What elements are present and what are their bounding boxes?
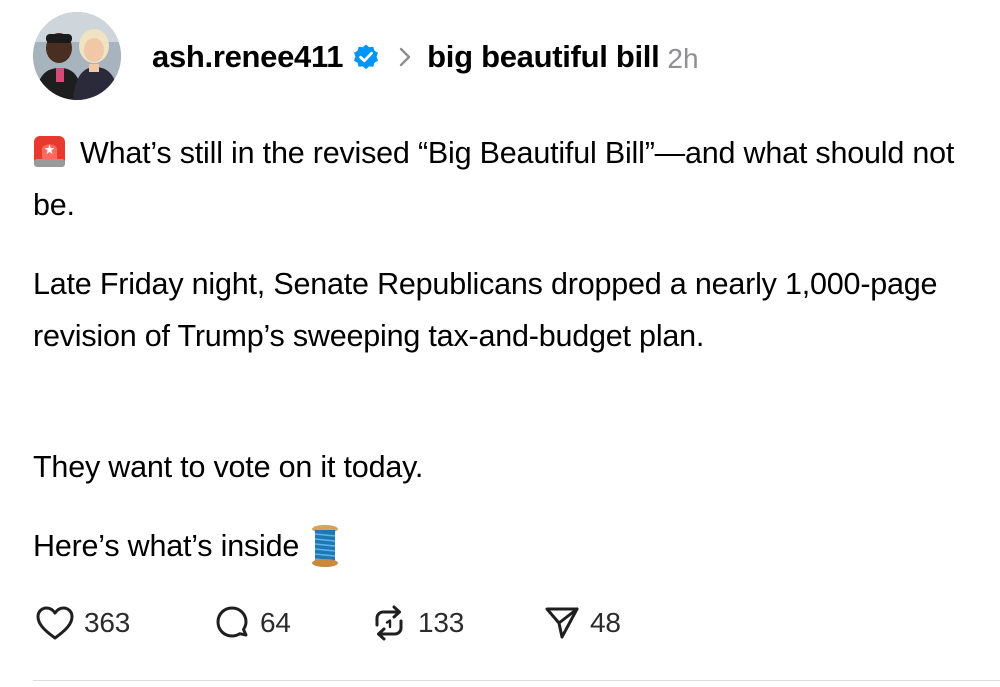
post-header: ash.renee411 big beautiful bill 2h bbox=[152, 35, 699, 79]
verified-badge-icon bbox=[351, 42, 381, 72]
thread-spool-emoji-icon bbox=[311, 524, 339, 568]
post-text-paragraph: They want to vote on it today. bbox=[33, 450, 424, 484]
paper-plane-icon bbox=[543, 604, 581, 642]
post-text-line: What’s still in the revised “Big Beautif… bbox=[33, 136, 955, 222]
avatar-photo bbox=[33, 12, 121, 100]
like-count: 363 bbox=[84, 607, 131, 638]
post-text-headline: What’s still in the revised “Big Beautif… bbox=[33, 127, 973, 231]
chevron-right-icon bbox=[395, 42, 415, 72]
post-text-paragraph: Late Friday night, Senate Republicans dr… bbox=[33, 267, 938, 353]
repost-button[interactable]: 133 bbox=[369, 596, 464, 650]
post-text-line: Here’s what’s inside bbox=[33, 529, 300, 563]
avatar[interactable] bbox=[33, 12, 121, 100]
post-timestamp: 2h bbox=[667, 42, 699, 74]
post-actions: 363 64 133 48 bbox=[35, 596, 735, 650]
username-link[interactable]: ash.renee411 bbox=[152, 39, 343, 75]
thread-post: ash.renee411 big beautiful bill 2h What’… bbox=[0, 0, 1000, 687]
reply-count: 64 bbox=[260, 607, 291, 638]
repost-arrows-icon bbox=[369, 605, 409, 641]
post-text-thread-intro: Here’s what’s inside bbox=[33, 520, 973, 572]
topic-tag-link[interactable]: big beautiful bill bbox=[427, 39, 660, 75]
share-button[interactable]: 48 bbox=[543, 596, 621, 650]
share-count: 48 bbox=[590, 607, 621, 638]
reply-button[interactable]: 64 bbox=[213, 596, 291, 650]
heart-icon bbox=[35, 605, 75, 641]
police-light-emoji-icon bbox=[33, 132, 66, 167]
like-button[interactable]: 363 bbox=[35, 596, 130, 650]
comment-bubble-icon bbox=[213, 604, 251, 642]
post-divider bbox=[33, 680, 1000, 681]
repost-count: 133 bbox=[418, 607, 465, 638]
